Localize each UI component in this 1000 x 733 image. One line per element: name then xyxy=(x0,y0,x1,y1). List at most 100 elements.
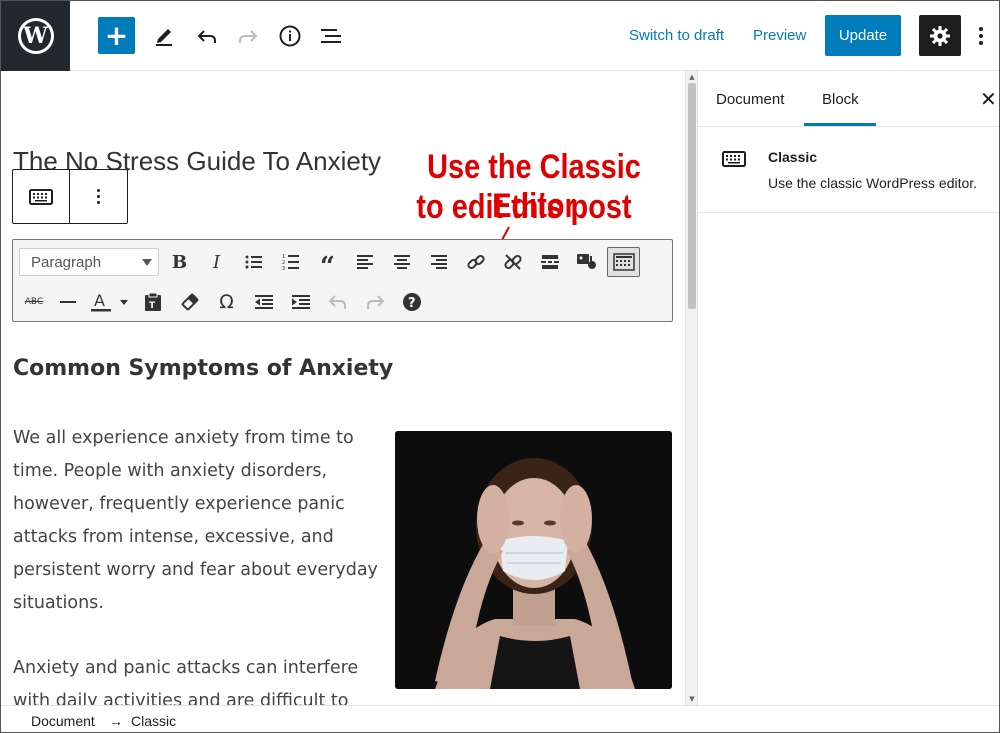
undo-button[interactable] xyxy=(189,18,225,54)
insert-link-button[interactable] xyxy=(457,247,494,277)
classic-redo-button[interactable] xyxy=(356,287,393,317)
format-select-value: Paragraph xyxy=(31,253,102,271)
content-info-button[interactable] xyxy=(272,18,308,54)
info-icon xyxy=(279,25,301,47)
scroll-thumb[interactable] xyxy=(688,83,696,309)
add-media-icon xyxy=(576,254,596,269)
active-tab-indicator xyxy=(804,123,876,126)
breadcrumb-separator: → xyxy=(109,713,123,729)
bold-icon: B xyxy=(171,251,188,273)
block-switcher-button[interactable] xyxy=(13,170,70,223)
horizontal-line-icon xyxy=(59,301,76,303)
paragraph-line: attacks from intense, excessive, and xyxy=(13,527,334,547)
preview-button[interactable]: Preview xyxy=(753,27,806,44)
blockquote-button[interactable]: “ xyxy=(309,247,346,282)
strikethrough-button[interactable]: ABC xyxy=(19,287,49,317)
align-left-button[interactable] xyxy=(346,247,383,277)
editor-canvas: The No Stress Guide To Anxiety Use the C… xyxy=(1,71,685,705)
scroll-down-icon[interactable]: ▼ xyxy=(688,695,696,703)
block-more-options-button[interactable] xyxy=(70,170,127,223)
block-navigation-button[interactable] xyxy=(313,18,349,54)
redo-button[interactable] xyxy=(230,18,266,54)
paragraph-line: Anxiety and panic attacks can interfere xyxy=(13,658,359,678)
remove-link-button[interactable] xyxy=(494,247,531,277)
pencil-icon xyxy=(156,29,172,46)
remove-link-icon xyxy=(503,254,522,270)
increase-indent-button[interactable] xyxy=(282,287,319,317)
decrease-indent-icon xyxy=(254,295,273,309)
woman-with-mask-image xyxy=(395,431,672,689)
toolbar-toggle-icon xyxy=(612,253,635,271)
post-image[interactable] xyxy=(395,431,672,689)
paste-as-text-icon: T xyxy=(144,292,161,311)
svg-text:T: T xyxy=(149,301,156,311)
paragraph-1[interactable]: We all experience anxiety from time to t… xyxy=(13,422,378,620)
align-right-icon xyxy=(430,255,447,269)
content-heading[interactable]: Common Symptoms of Anxiety xyxy=(13,356,393,381)
editor-scrollbar[interactable]: ▲ ▼ xyxy=(685,71,697,705)
breadcrumb-document[interactable]: Document xyxy=(31,713,95,729)
redo-icon xyxy=(366,295,384,309)
align-left-icon xyxy=(356,255,373,269)
align-right-button[interactable] xyxy=(420,247,457,277)
svg-text:3: 3 xyxy=(282,266,285,271)
settings-sidebar: Document Block ✕ Classic Use the classic… xyxy=(697,71,999,705)
svg-text:A: A xyxy=(94,291,105,310)
help-icon: ? xyxy=(402,293,421,311)
blockquote-icon: “ xyxy=(320,252,335,282)
read-more-button[interactable] xyxy=(531,247,568,277)
paragraph-2[interactable]: Anxiety and panic attacks can interfere … xyxy=(13,652,358,705)
decrease-indent-button[interactable] xyxy=(245,287,282,317)
annotation-line2: to edit this post xyxy=(416,188,632,226)
paragraph-line: We all experience anxiety from time to xyxy=(13,428,354,448)
switch-to-draft-button[interactable]: Switch to draft xyxy=(629,27,724,44)
list-view-icon xyxy=(321,29,341,43)
undo-icon xyxy=(328,295,346,309)
align-center-icon xyxy=(393,255,410,269)
svg-text:?: ? xyxy=(408,296,416,311)
omega-icon: Ω xyxy=(219,291,234,313)
settings-button[interactable] xyxy=(919,15,961,56)
keyboard-icon xyxy=(29,188,53,205)
breadcrumb-classic[interactable]: Classic xyxy=(131,713,176,729)
redo-icon xyxy=(239,30,258,43)
add-media-button[interactable] xyxy=(568,247,605,277)
wordpress-icon: W xyxy=(17,18,54,54)
text-color-button[interactable]: A xyxy=(86,287,134,317)
update-button[interactable]: Update xyxy=(825,15,901,56)
scroll-up-icon[interactable]: ▲ xyxy=(688,73,696,81)
keyboard-icon xyxy=(722,151,746,171)
classic-editor-toolbar: Paragraph B I 123 “ ABC A T Ω ? xyxy=(12,239,673,322)
paragraph-line: with daily activities and are difficult … xyxy=(13,691,349,705)
block-toolbar xyxy=(12,169,128,224)
chevron-down-icon xyxy=(142,259,152,266)
tab-document[interactable]: Document xyxy=(716,91,784,108)
plus-icon: + xyxy=(104,18,129,52)
breadcrumb: Document → Classic xyxy=(1,705,999,732)
add-block-button[interactable]: + xyxy=(98,17,135,54)
tools-button[interactable] xyxy=(146,18,182,54)
increase-indent-icon xyxy=(291,295,310,309)
bold-button[interactable]: B xyxy=(161,247,198,277)
close-icon[interactable]: ✕ xyxy=(980,87,997,111)
horizontal-line-button[interactable] xyxy=(49,287,86,317)
numbered-list-button[interactable]: 123 xyxy=(272,247,309,277)
italic-button[interactable]: I xyxy=(198,247,235,277)
paste-as-text-button[interactable]: T xyxy=(134,287,171,317)
editor-window: W + Switch to draft Preview Update The N… xyxy=(0,0,1000,733)
paragraph-format-select[interactable]: Paragraph xyxy=(19,248,159,276)
clear-formatting-button[interactable] xyxy=(171,287,208,317)
more-menu-button[interactable] xyxy=(971,21,991,51)
eraser-icon xyxy=(181,293,198,311)
align-center-button[interactable] xyxy=(383,247,420,277)
wordpress-logo[interactable]: W xyxy=(1,1,70,71)
toolbar-row-2: ABC A T Ω ? xyxy=(19,286,430,318)
bulleted-list-button[interactable] xyxy=(235,247,272,277)
toolbar-toggle-button[interactable] xyxy=(607,247,640,277)
tab-block[interactable]: Block xyxy=(822,91,859,108)
italic-icon: I xyxy=(212,251,221,273)
help-button[interactable]: ? xyxy=(393,287,430,317)
numbered-list-icon: 123 xyxy=(282,254,299,271)
special-character-button[interactable]: Ω xyxy=(208,287,245,317)
classic-undo-button[interactable] xyxy=(319,287,356,317)
